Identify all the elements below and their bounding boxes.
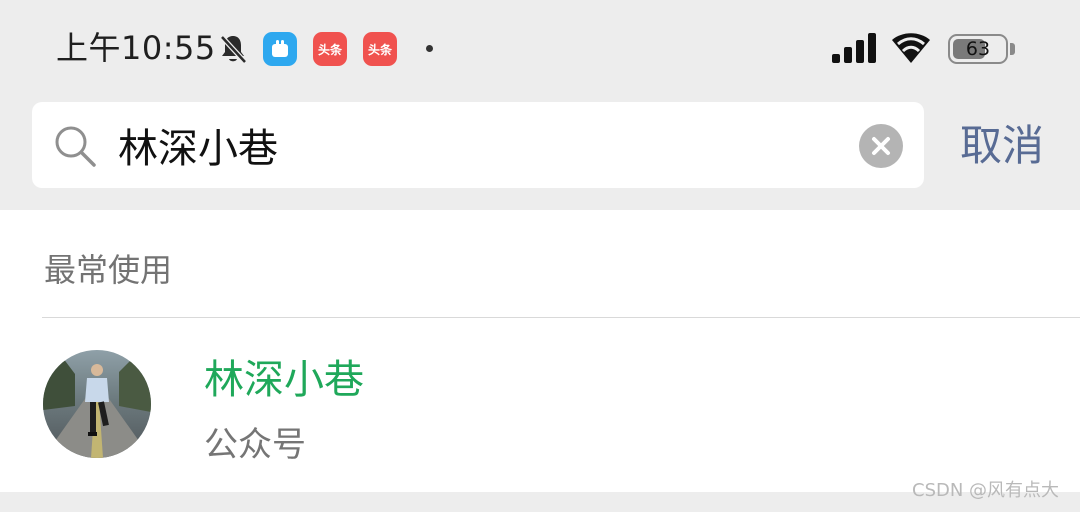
app-notification-icon bbox=[263, 32, 297, 66]
battery-percentage: 63 bbox=[965, 38, 991, 60]
battery-cap bbox=[1010, 43, 1015, 55]
section-title-most-used: 最常使用 bbox=[44, 251, 173, 289]
search-box[interactable] bbox=[32, 102, 924, 188]
status-time: 上午10:55 bbox=[56, 29, 216, 67]
result-subtitle: 公众号 bbox=[204, 425, 306, 465]
toutiao-app-icon: 头条 bbox=[313, 32, 347, 66]
status-bar: 上午10:55 头条 头条 63 bbox=[0, 0, 1080, 96]
toutiao-app-icon: 头条 bbox=[363, 32, 397, 66]
search-icon bbox=[55, 126, 96, 167]
avatar bbox=[43, 350, 151, 458]
cellular-signal-icon bbox=[832, 33, 876, 63]
watermark: CSDN @风有点大 bbox=[912, 480, 1060, 501]
cancel-button[interactable]: 取消 bbox=[952, 118, 1052, 174]
list-item[interactable]: 林深小巷 公众号 bbox=[0, 318, 1080, 492]
more-notifications-dot bbox=[426, 45, 433, 52]
app-icon bbox=[272, 40, 288, 57]
battery-icon: 63 bbox=[948, 34, 1008, 64]
result-title: 林深小巷 bbox=[204, 357, 364, 403]
search-results: 最常使用 林深小巷 公众号 bbox=[0, 210, 1080, 492]
avatar-photo bbox=[43, 350, 151, 458]
mute-bell-icon bbox=[220, 35, 247, 64]
clear-icon[interactable] bbox=[859, 124, 903, 168]
search-input[interactable] bbox=[118, 102, 838, 188]
wifi-icon bbox=[892, 33, 930, 63]
close-icon bbox=[872, 137, 890, 155]
